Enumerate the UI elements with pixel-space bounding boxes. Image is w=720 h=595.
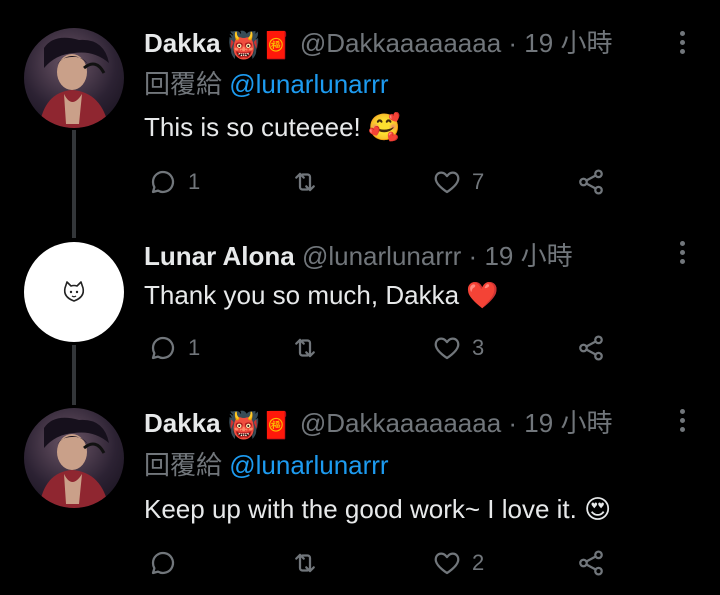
more-icon[interactable] bbox=[673, 28, 693, 58]
like-button[interactable]: 2 bbox=[432, 543, 484, 583]
tweet-header: Dakka 👹🧧 @Dakkaaaaaaaa · 19 小時 bbox=[144, 408, 612, 440]
red-envelope-emoji: 🧧 bbox=[260, 410, 293, 441]
reply-count: 1 bbox=[188, 169, 201, 194]
reply-mention-link[interactable]: @lunarlunarrr bbox=[229, 69, 388, 99]
thread-line bbox=[72, 130, 76, 238]
like-count: 7 bbox=[472, 169, 485, 194]
reply-mention-link[interactable]: @lunarlunarrr bbox=[229, 450, 388, 480]
reply-icon bbox=[151, 551, 175, 575]
reply-button[interactable] bbox=[148, 543, 188, 583]
reply-count: 1 bbox=[188, 335, 201, 360]
retweet-button[interactable] bbox=[290, 328, 330, 368]
share-icon bbox=[579, 335, 603, 361]
share-button[interactable] bbox=[576, 328, 606, 368]
author-name[interactable]: Lunar Alona bbox=[144, 241, 295, 271]
tweet-text: Keep up with the good work~ I love it. 😍 bbox=[144, 493, 611, 525]
share-button[interactable] bbox=[576, 543, 606, 583]
tweet-text-content: This is so cuteeee! bbox=[144, 112, 361, 142]
avatar-cat-glyph bbox=[24, 242, 124, 342]
share-icon bbox=[579, 169, 603, 195]
reply-icon bbox=[151, 170, 175, 194]
author-handle[interactable]: @Dakkaaaaaaaa bbox=[300, 408, 501, 438]
action-bar: 1 7 bbox=[144, 162, 644, 202]
more-icon[interactable] bbox=[673, 238, 693, 268]
reply-prefix: 回覆給 bbox=[144, 450, 223, 480]
avatar[interactable] bbox=[24, 242, 124, 342]
retweet-icon bbox=[295, 338, 315, 358]
heart-icon bbox=[434, 552, 460, 575]
retweet-button[interactable] bbox=[290, 543, 330, 583]
more-icon[interactable] bbox=[673, 406, 693, 436]
thread-line bbox=[72, 345, 76, 405]
demon-emoji: 👹 bbox=[227, 410, 261, 441]
heart-icon bbox=[434, 171, 460, 194]
timestamp[interactable]: 19 小時 bbox=[484, 241, 572, 271]
action-bar: 1 3 bbox=[144, 328, 644, 368]
avatar[interactable] bbox=[24, 28, 124, 128]
like-button[interactable]: 3 bbox=[432, 328, 484, 368]
like-button[interactable]: 7 bbox=[432, 162, 484, 202]
author-handle[interactable]: @Dakkaaaaaaaa bbox=[300, 28, 501, 58]
author-handle[interactable]: @lunarlunarrr bbox=[302, 241, 461, 271]
smiling-hearts-emoji: 🥰 bbox=[368, 112, 401, 142]
red-envelope-emoji: 🧧 bbox=[260, 30, 293, 61]
reply-prefix: 回覆給 bbox=[144, 69, 223, 99]
reply-icon bbox=[151, 336, 175, 360]
timestamp[interactable]: 19 小時 bbox=[524, 28, 612, 58]
share-icon bbox=[579, 550, 603, 576]
retweet-button[interactable] bbox=[290, 162, 330, 202]
replying-to: 回覆給 @lunarlunarrr bbox=[144, 69, 389, 99]
replying-to: 回覆給 @lunarlunarrr bbox=[144, 450, 389, 480]
heart-icon bbox=[434, 337, 460, 360]
tweet-text: Thank you so much, Dakka ❤️ bbox=[144, 279, 499, 311]
separator-dot: · bbox=[508, 28, 518, 58]
tweet-text-content: Keep up with the good work~ I love it. bbox=[144, 494, 577, 524]
tweet-header: Dakka 👹🧧 @Dakkaaaaaaaa · 19 小時 bbox=[144, 28, 612, 60]
author-name[interactable]: Dakka bbox=[144, 408, 221, 438]
retweet-icon bbox=[295, 172, 315, 192]
like-count: 2 bbox=[472, 550, 485, 575]
tweet-text: This is so cuteeee! 🥰 bbox=[144, 111, 400, 143]
timestamp[interactable]: 19 小時 bbox=[524, 408, 612, 438]
demon-emoji: 👹 bbox=[227, 30, 261, 61]
reply-button[interactable]: 1 bbox=[148, 328, 200, 368]
separator-dot: · bbox=[468, 241, 478, 271]
reply-button[interactable]: 1 bbox=[148, 162, 200, 202]
tweet-header: Lunar Alona @lunarlunarrr · 19 小時 bbox=[144, 241, 573, 271]
like-count: 3 bbox=[472, 335, 485, 360]
heart-eyes-emoji: 😍 bbox=[584, 494, 612, 524]
author-name[interactable]: Dakka bbox=[144, 28, 221, 58]
retweet-icon bbox=[295, 553, 315, 573]
action-bar: 2 bbox=[144, 543, 644, 583]
tweet-text-content: Thank you so much, Dakka bbox=[144, 280, 460, 310]
avatar[interactable] bbox=[24, 408, 124, 508]
separator-dot: · bbox=[508, 408, 518, 438]
red-heart-emoji: ❤️ bbox=[466, 280, 499, 310]
share-button[interactable] bbox=[576, 162, 606, 202]
